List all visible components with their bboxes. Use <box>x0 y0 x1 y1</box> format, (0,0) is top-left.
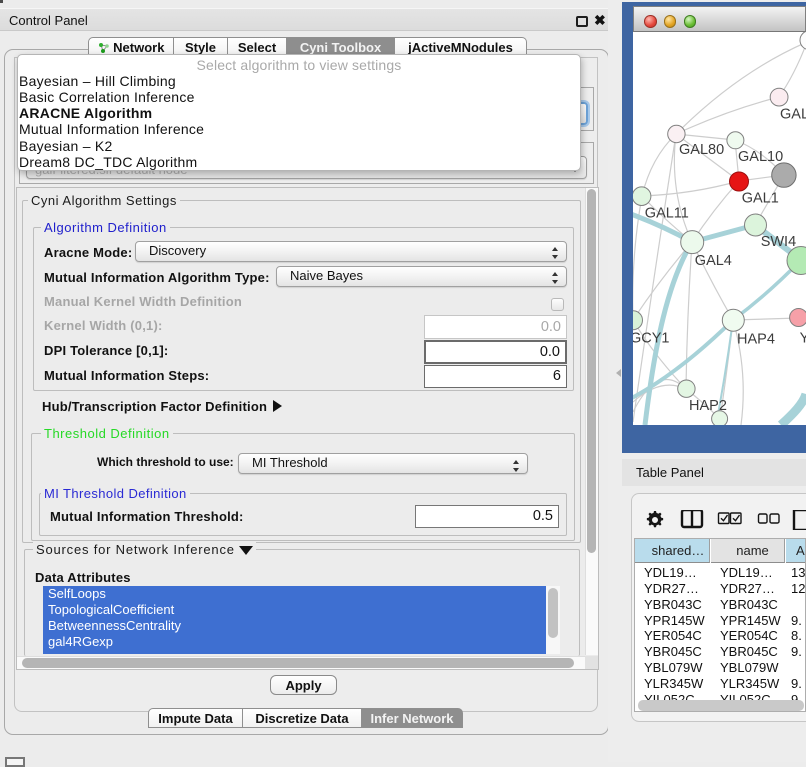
svg-text:GAL11: GAL11 <box>645 205 689 221</box>
svg-text:Y: Y <box>800 330 806 346</box>
svg-text:HAP2: HAP2 <box>689 398 727 414</box>
svg-text:GAL4: GAL4 <box>695 253 732 269</box>
svg-text:GAL1: GAL1 <box>742 191 779 207</box>
svg-text:GAL7: GAL7 <box>780 106 806 122</box>
svg-text:HAP4: HAP4 <box>737 331 775 347</box>
svg-text:GCY1: GCY1 <box>633 330 670 346</box>
svg-text:GAL80: GAL80 <box>679 142 724 158</box>
svg-text:GAL10: GAL10 <box>738 149 783 165</box>
svg-text:SWI4: SWI4 <box>761 234 796 250</box>
